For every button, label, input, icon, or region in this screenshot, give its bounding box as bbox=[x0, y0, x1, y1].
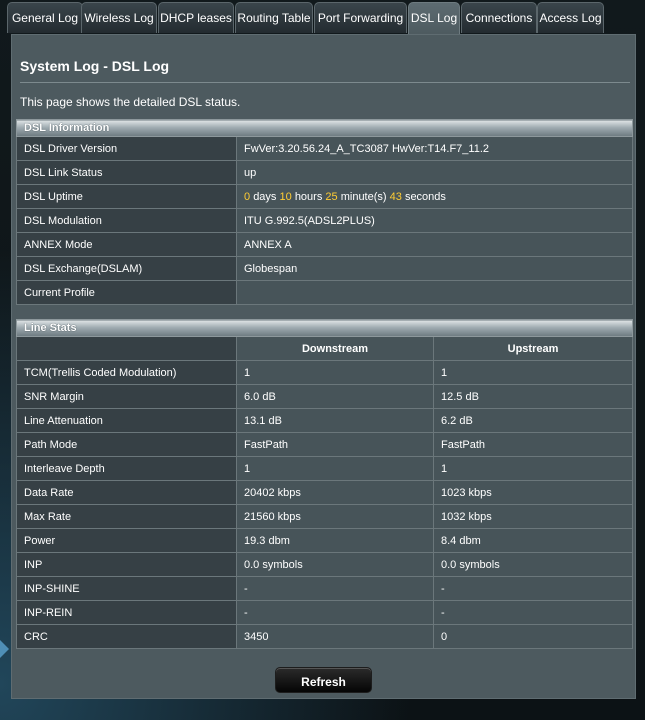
uptime-minutes: 25 bbox=[325, 190, 338, 203]
row-label: DSL Exchange(DSLAM) bbox=[16, 256, 237, 281]
upstream-value: - bbox=[432, 576, 634, 601]
row-label: INP-SHINE bbox=[16, 576, 237, 601]
table-row: DSL Modulation ITU G.992.5(ADSL2PLUS) bbox=[16, 208, 634, 233]
downstream-value: 20402 kbps bbox=[236, 480, 434, 505]
upstream-value: 1 bbox=[432, 360, 634, 385]
line-stats-table: Line Stats Downstream Upstream TCM(Trell… bbox=[15, 319, 634, 649]
table-row: Path Mode FastPath FastPath bbox=[16, 432, 634, 457]
upstream-value: 1023 kbps bbox=[432, 480, 634, 505]
upstream-value: 0 bbox=[432, 624, 634, 649]
tab-general-log[interactable]: General Log bbox=[7, 2, 83, 33]
table-row: DSL Link Status up bbox=[16, 160, 634, 185]
downstream-value: 19.3 dbm bbox=[236, 528, 434, 553]
tab-connections[interactable]: Connections bbox=[461, 2, 537, 33]
dsl-exchange-value: Globespan bbox=[235, 256, 634, 281]
row-label: DSL Driver Version bbox=[16, 136, 237, 161]
upstream-value: - bbox=[432, 600, 634, 625]
row-label: TCM(Trellis Coded Modulation) bbox=[16, 360, 237, 385]
tab-wireless-log[interactable]: Wireless Log bbox=[81, 2, 157, 33]
upstream-value: 12.5 dB bbox=[432, 384, 634, 409]
tab-access-log[interactable]: Access Log bbox=[537, 2, 604, 33]
link-status-value: up bbox=[235, 160, 634, 185]
column-header-downstream: Downstream bbox=[236, 336, 434, 361]
column-header-blank bbox=[16, 336, 237, 361]
table-row: INP-REIN - - bbox=[16, 600, 634, 625]
driver-version-value: FwVer:3.20.56.24_A_TC3087 HwVer:T14.F7_1… bbox=[235, 136, 634, 161]
row-label: DSL Link Status bbox=[16, 160, 237, 185]
table-row: DSL Driver Version FwVer:3.20.56.24_A_TC… bbox=[16, 136, 634, 161]
table-row: DSL Uptime 0 days 10 hours 25 minute(s) … bbox=[16, 184, 634, 209]
page-description: This page shows the detailed DSL status. bbox=[20, 95, 241, 109]
tab-routing-table[interactable]: Routing Table bbox=[235, 2, 313, 33]
downstream-value: - bbox=[236, 600, 434, 625]
upstream-value: FastPath bbox=[432, 432, 634, 457]
table-row: INP-SHINE - - bbox=[16, 576, 634, 601]
page-title: System Log - DSL Log bbox=[20, 58, 170, 74]
dsl-log-panel: System Log - DSL Log This page shows the… bbox=[11, 34, 636, 699]
downstream-value: 1 bbox=[236, 456, 434, 481]
uptime-minutes-unit: minute(s) bbox=[340, 190, 387, 203]
downstream-value: 21560 kbps bbox=[236, 504, 434, 529]
row-label: CRC bbox=[16, 624, 237, 649]
current-profile-value bbox=[235, 280, 634, 305]
downstream-value: 13.1 dB bbox=[236, 408, 434, 433]
tab-dhcp-leases[interactable]: DHCP leases bbox=[158, 2, 234, 33]
upstream-value: 1 bbox=[432, 456, 634, 481]
uptime-hours-unit: hours bbox=[294, 190, 323, 203]
table-row: TCM(Trellis Coded Modulation) 1 1 bbox=[16, 360, 634, 385]
upstream-value: 1032 kbps bbox=[432, 504, 634, 529]
line-stats-header: Line Stats bbox=[15, 319, 634, 337]
row-label: Max Rate bbox=[16, 504, 237, 529]
row-label: Path Mode bbox=[16, 432, 237, 457]
uptime-seconds-unit: seconds bbox=[404, 190, 446, 203]
downstream-value: 3450 bbox=[236, 624, 434, 649]
row-label: Power bbox=[16, 528, 237, 553]
table-row: Interleave Depth 1 1 bbox=[16, 456, 634, 481]
row-label: INP-REIN bbox=[16, 600, 237, 625]
downstream-value: 6.0 dB bbox=[236, 384, 434, 409]
row-label: DSL Modulation bbox=[16, 208, 237, 233]
uptime-seconds: 43 bbox=[389, 190, 402, 203]
table-row: CRC 3450 0 bbox=[16, 624, 634, 649]
table-row: DSL Exchange(DSLAM) Globespan bbox=[16, 256, 634, 281]
uptime-days-unit: days bbox=[253, 190, 277, 203]
modulation-value: ITU G.992.5(ADSL2PLUS) bbox=[235, 208, 634, 233]
column-header-upstream: Upstream bbox=[432, 336, 634, 361]
tab-dsl-log[interactable]: DSL Log bbox=[408, 2, 460, 35]
row-label: Interleave Depth bbox=[16, 456, 237, 481]
tab-port-forwarding[interactable]: Port Forwarding bbox=[314, 2, 407, 33]
row-label: SNR Margin bbox=[16, 384, 237, 409]
table-row: Data Rate 20402 kbps 1023 kbps bbox=[16, 480, 634, 505]
table-row: SNR Margin 6.0 dB 12.5 dB bbox=[16, 384, 634, 409]
uptime-value: 0 days 10 hours 25 minute(s) 43 seconds bbox=[235, 184, 634, 209]
row-label: ANNEX Mode bbox=[16, 232, 237, 257]
downstream-value: - bbox=[236, 576, 434, 601]
row-label: DSL Uptime bbox=[16, 184, 237, 209]
downstream-value: FastPath bbox=[236, 432, 434, 457]
downstream-value: 0.0 symbols bbox=[236, 552, 434, 577]
row-label: Current Profile bbox=[16, 280, 237, 305]
upstream-value: 6.2 dB bbox=[432, 408, 634, 433]
annex-mode-value: ANNEX A bbox=[235, 232, 634, 257]
title-divider bbox=[20, 82, 630, 83]
table-row: INP 0.0 symbols 0.0 symbols bbox=[16, 552, 634, 577]
dsl-information-header: DSL Information bbox=[15, 119, 634, 137]
refresh-button[interactable]: Refresh bbox=[275, 667, 372, 693]
table-row: Line Attenuation 13.1 dB 6.2 dB bbox=[16, 408, 634, 433]
dsl-information-table: DSL Information DSL Driver Version FwVer… bbox=[15, 119, 634, 305]
table-row: Current Profile bbox=[16, 280, 634, 305]
column-header-row: Downstream Upstream bbox=[16, 336, 634, 361]
row-label: INP bbox=[16, 552, 237, 577]
table-row: Power 19.3 dbm 8.4 dbm bbox=[16, 528, 634, 553]
row-label: Line Attenuation bbox=[16, 408, 237, 433]
downstream-value: 1 bbox=[236, 360, 434, 385]
uptime-hours: 10 bbox=[279, 190, 292, 203]
table-row: Max Rate 21560 kbps 1032 kbps bbox=[16, 504, 634, 529]
upstream-value: 0.0 symbols bbox=[432, 552, 634, 577]
row-label: Data Rate bbox=[16, 480, 237, 505]
table-row: ANNEX Mode ANNEX A bbox=[16, 232, 634, 257]
uptime-days: 0 bbox=[244, 190, 251, 203]
upstream-value: 8.4 dbm bbox=[432, 528, 634, 553]
scroll-arrow-icon[interactable] bbox=[0, 640, 9, 658]
